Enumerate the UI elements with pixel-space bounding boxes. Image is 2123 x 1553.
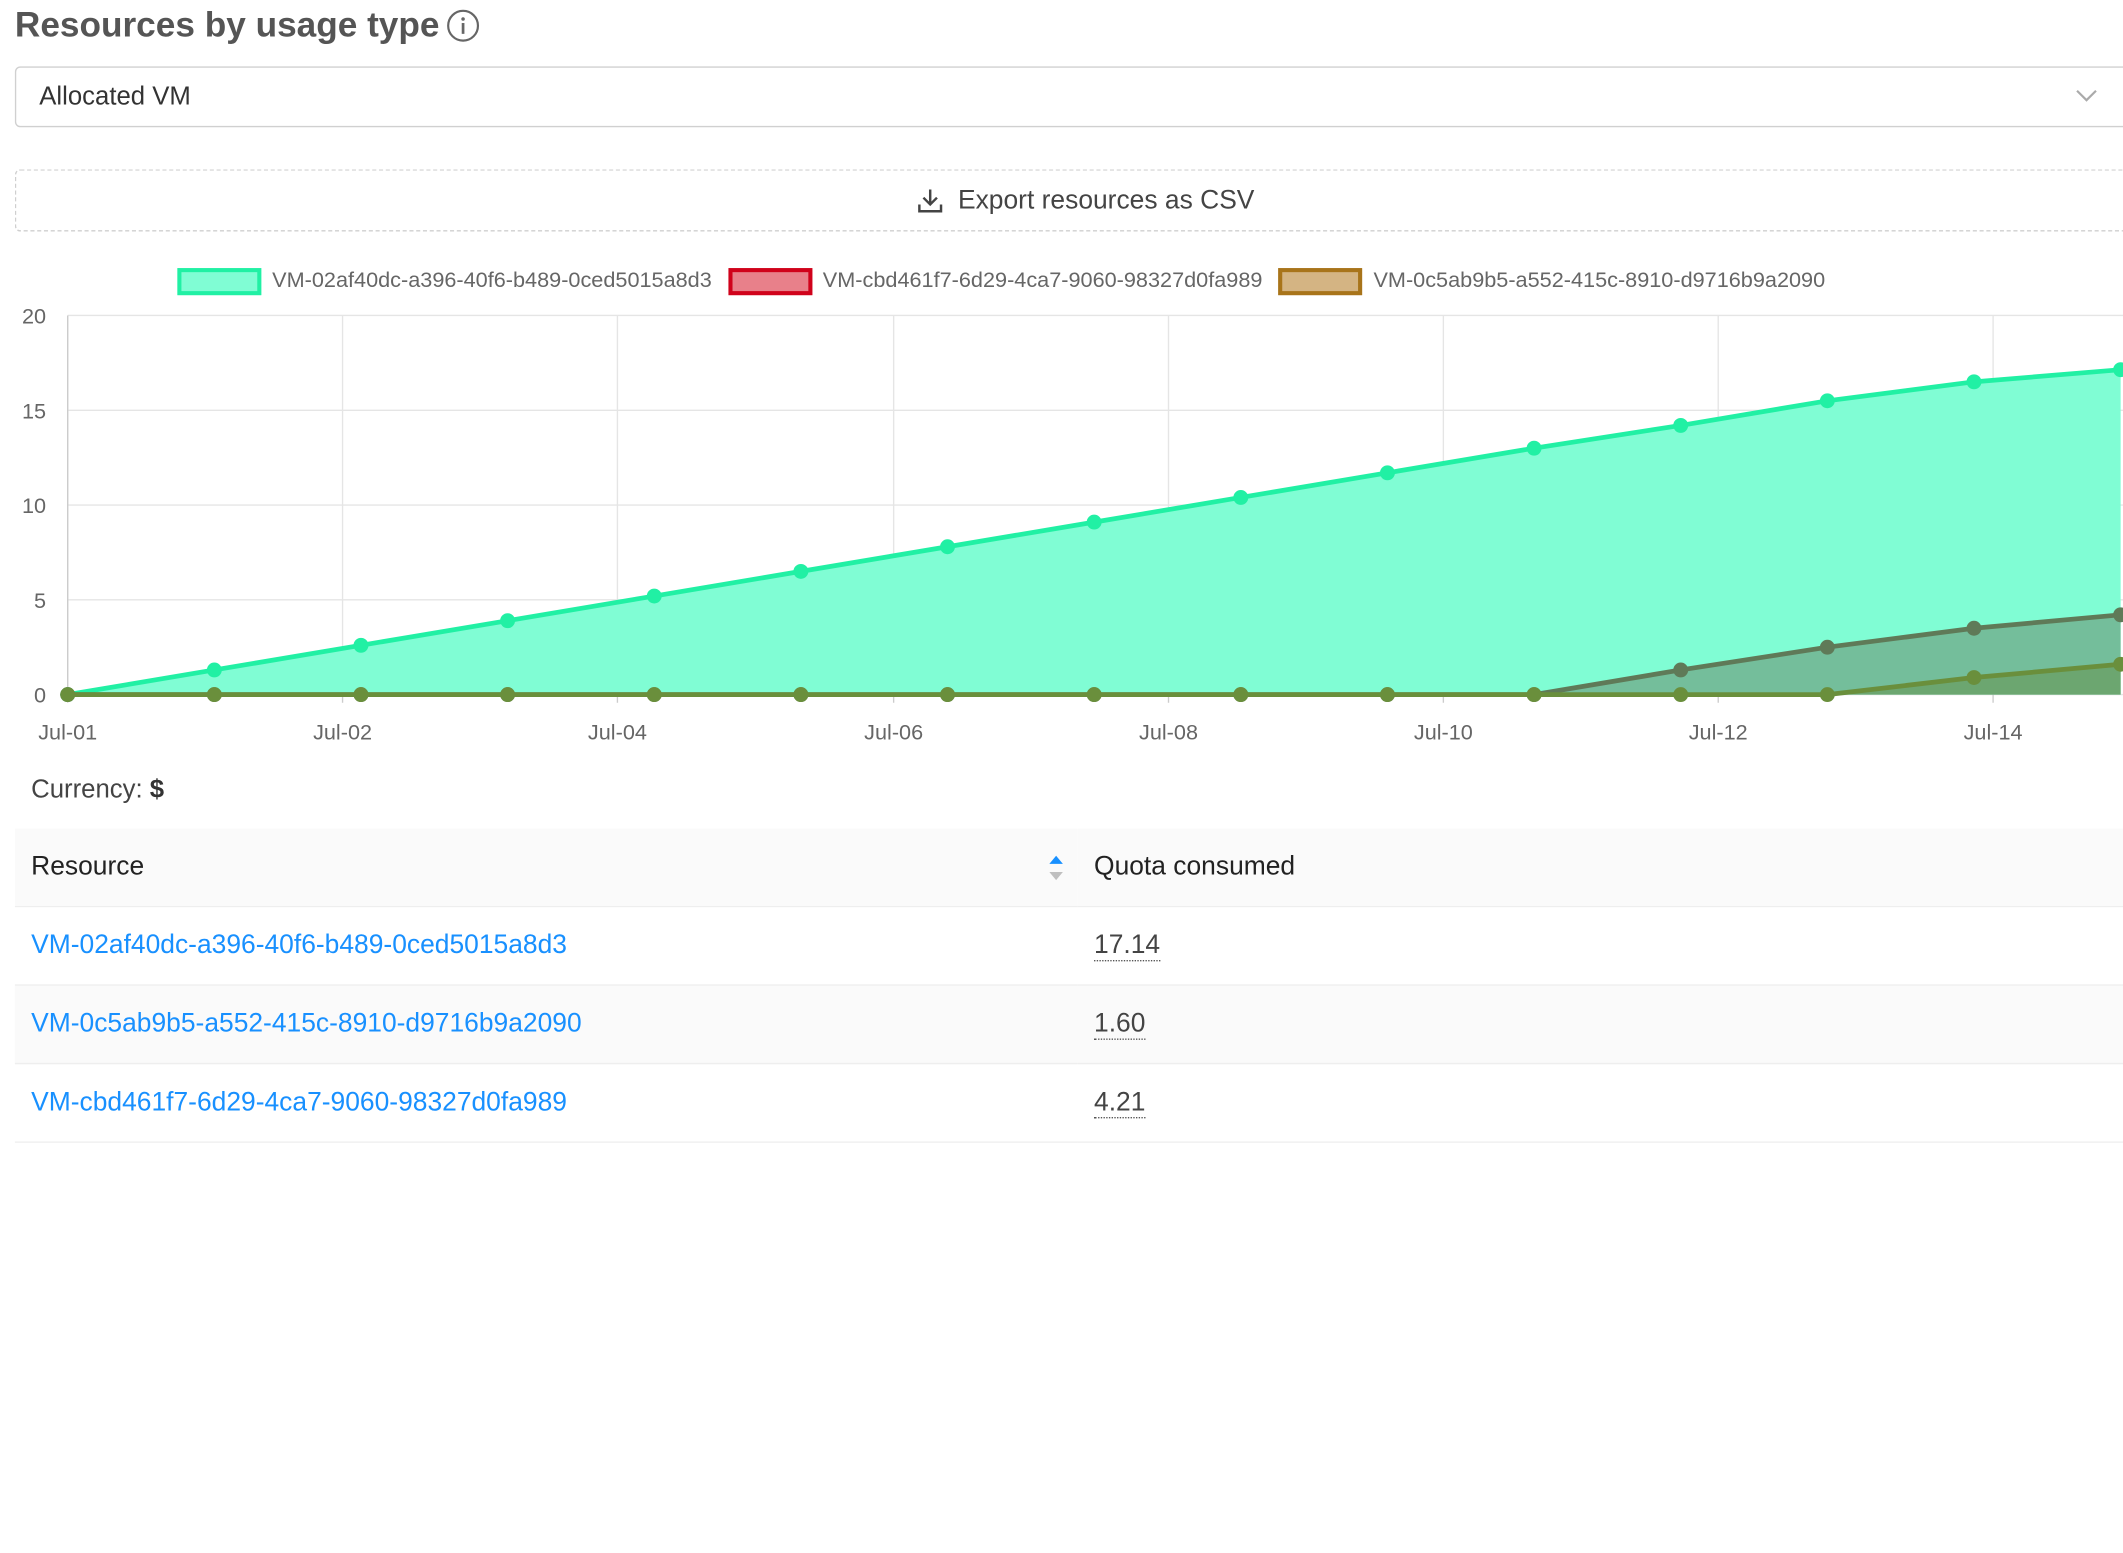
data-point: [1966, 670, 1982, 685]
legend-swatch-1: [728, 268, 812, 296]
sort-icon[interactable]: [1048, 853, 1064, 883]
info-circle-icon[interactable]: [445, 7, 480, 42]
data-point: [793, 687, 809, 703]
legend-item[interactable]: VM-0c5ab9b5-a552-415c-8910-d9716b9a2090: [1278, 268, 1826, 296]
legend-label-0: VM-02af40dc-a396-40f6-b489-0ced5015a8d3: [272, 269, 712, 293]
data-point: [940, 539, 955, 555]
resource-link[interactable]: VM-02af40dc-a396-40f6-b489-0ced5015a8d3: [31, 930, 567, 960]
resource-link[interactable]: VM-cbd461f7-6d29-4ca7-9060-98327d0fa989: [31, 1087, 567, 1117]
export-csv-button[interactable]: Export resources as CSV: [14, 169, 2123, 232]
x-tick-label: Jul-02: [313, 719, 372, 744]
series-area-0: [67, 369, 2121, 695]
data-point: [1966, 620, 1982, 636]
table-row: VM-02af40dc-a396-40f6-b489-0ced5015a8d3 …: [14, 906, 2123, 986]
data-point: [940, 687, 955, 703]
currency-info: Currency: $: [31, 776, 164, 806]
currency-value: $: [149, 775, 165, 805]
usage-type-select[interactable]: Allocated VM: [14, 66, 2123, 128]
data-point: [500, 613, 516, 629]
download-icon: [917, 189, 942, 213]
table-header-row: Resource Quota consumed: [14, 828, 2123, 908]
x-tick-label: Jul-10: [1414, 719, 1473, 744]
data-point: [1526, 687, 1542, 703]
quota-value: 1.60: [1094, 1008, 1146, 1040]
data-point: [646, 588, 662, 604]
data-point: [1673, 662, 1689, 678]
chart-legend: VM-02af40dc-a396-40f6-b489-0ced5015a8d3 …: [177, 268, 1841, 296]
legend-label-2: VM-0c5ab9b5-a552-415c-8910-d9716b9a2090: [1373, 269, 1826, 293]
table-row: VM-cbd461f7-6d29-4ca7-9060-98327d0fa989 …: [14, 1063, 2123, 1143]
y-tick-label: 15: [22, 398, 46, 423]
export-csv-label: Export resources as CSV: [957, 184, 1255, 215]
column-header-resource-label: Resource: [31, 851, 145, 882]
data-point: [793, 563, 809, 579]
data-point: [1233, 687, 1249, 703]
data-point: [500, 687, 516, 703]
y-tick-label: 5: [34, 588, 46, 613]
x-tick-label: Jul-06: [864, 719, 923, 744]
data-point: [1673, 417, 1689, 433]
page-title: Resources by usage type: [14, 4, 440, 45]
data-point: [1819, 639, 1835, 655]
data-point: [1086, 514, 1102, 530]
y-tick-label: 20: [22, 304, 46, 329]
legend-item[interactable]: VM-02af40dc-a396-40f6-b489-0ced5015a8d3: [177, 268, 712, 296]
x-tick-label: Jul-08: [1139, 719, 1198, 744]
data-point: [1819, 393, 1835, 409]
y-tick-label: 10: [22, 493, 46, 518]
data-point: [1966, 374, 1982, 390]
legend-item[interactable]: VM-cbd461f7-6d29-4ca7-9060-98327d0fa989: [728, 268, 1263, 296]
data-point: [353, 637, 369, 653]
data-point: [206, 687, 222, 703]
legend-label-1: VM-cbd461f7-6d29-4ca7-9060-98327d0fa989: [822, 269, 1263, 293]
chevron-down-icon: [2076, 89, 2097, 102]
data-point: [60, 687, 76, 703]
column-header-quota[interactable]: Quota consumed: [1077, 828, 2123, 908]
x-tick-label: Jul-12: [1689, 719, 1748, 744]
x-tick-label: Jul-04: [588, 719, 647, 744]
currency-label: Currency:: [31, 775, 143, 805]
usage-area-chart: 0 5 10 15 20 Jul-01 Jul-02 Jul-04 Jul-06 Jul-08 Ju…: [22, 304, 2123, 744]
quota-value: 4.21: [1094, 1087, 1146, 1119]
resources-table: Resource Quota consumed VM-02af40dc-a396…: [14, 828, 2123, 1143]
data-point: [1233, 490, 1249, 505]
data-point: [1526, 440, 1542, 456]
resource-link[interactable]: VM-0c5ab9b5-a552-415c-8910-d9716b9a2090: [31, 1009, 582, 1039]
page-root: Resources by usage type Allocated VM Exp…: [0, 0, 2123, 1147]
section-header: Resources by usage type: [15, 4, 480, 46]
data-point: [353, 687, 369, 703]
legend-swatch-0: [177, 268, 262, 296]
y-tick-label: 0: [34, 683, 46, 708]
legend-swatch-2: [1278, 268, 1363, 296]
x-tick-label: Jul-01: [38, 719, 97, 744]
data-point: [1819, 687, 1835, 703]
data-point: [1379, 465, 1395, 481]
data-point: [1086, 687, 1102, 703]
x-tick-label: Jul-14: [1964, 719, 2023, 744]
column-header-quota-label: Quota consumed: [1094, 851, 1296, 882]
usage-type-value: Allocated VM: [39, 81, 191, 111]
data-point: [646, 687, 662, 703]
table-row: VM-0c5ab9b5-a552-415c-8910-d9716b9a2090 …: [14, 985, 2123, 1065]
data-point: [1673, 687, 1689, 703]
data-point: [206, 662, 222, 678]
quota-value: 17.14: [1094, 930, 1161, 962]
column-header-resource[interactable]: Resource: [14, 828, 1078, 908]
data-point: [1379, 687, 1395, 703]
